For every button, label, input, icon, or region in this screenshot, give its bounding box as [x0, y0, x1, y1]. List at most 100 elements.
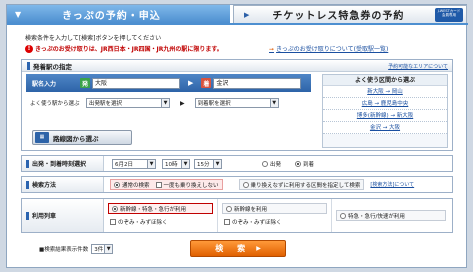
arrival-station-select[interactable]: 到着駅を選択 ▼: [194, 98, 279, 108]
heading-bar-icon: [27, 61, 30, 70]
date-select[interactable]: 6月2日 ▼: [112, 158, 156, 169]
shinkansen-option[interactable]: 新幹線を利用: [222, 203, 327, 214]
station-section: 発着駅の指定 予約可能なエリアについて 駅名入力 発 大阪 ▶ 着 金沢 よく使…: [21, 59, 453, 151]
search-method-options: 通常の検索 一度も乗り換えしない 乗り換えなずに利用する区間を指定して検索 [検…: [104, 179, 414, 190]
datetime-label-text: 出発・到着時刻選択: [32, 161, 87, 168]
depart-radio-option[interactable]: 出発: [262, 160, 281, 168]
shinkansen-label: 新幹線を利用: [234, 206, 268, 213]
instruction-text: 検索条件を入力して[検索]ボタンを押してください: [25, 35, 162, 42]
normal-search-label: 通常の検索: [122, 182, 150, 189]
search-method-section: 検索方法 通常の検索 一度も乗り換えしない 乗り換えなずに利用する区間を指定して…: [21, 176, 453, 193]
minute-select-value: 15分: [197, 161, 210, 168]
departure-station-select[interactable]: 出発駅を選択 ▼: [86, 98, 170, 108]
area-help-link[interactable]: 予約可能なエリアについて: [388, 63, 448, 70]
arrive-radio-option[interactable]: 到着: [295, 160, 314, 168]
results-count-value: 3件: [94, 247, 104, 253]
chevron-down-icon: ▼: [161, 99, 169, 107]
datetime-label: 出発・到着時刻選択: [22, 156, 104, 171]
express-rapid-option[interactable]: 特急・急行/快速が利用: [336, 210, 446, 221]
departure-badge: 発: [80, 78, 90, 88]
search-button-label: 検 索: [215, 244, 249, 253]
arrive-radio[interactable]: [295, 161, 302, 167]
transfer-search-label: 乗り換えなずに利用する区間を指定して検索: [250, 182, 361, 189]
express-rapid-label: 特急・急行/快速が利用: [348, 213, 405, 220]
tab-divider: [7, 23, 468, 25]
results-count-select[interactable]: 3件 ▼: [91, 244, 114, 254]
station-input-row: 駅名入力 発 大阪 ▶ 着 金沢: [26, 74, 311, 92]
search-method-label-text: 検索方法: [32, 182, 57, 189]
search-method-label: 検索方法: [22, 177, 104, 192]
tab-label: チケットレス特急券の予約: [272, 11, 405, 22]
exclude-nozomi-option-1[interactable]: のぞみ・みずほ除く: [110, 218, 213, 226]
tab-ticket-reservation[interactable]: ▼ きっぷの予約・申込: [7, 5, 231, 23]
train-type-label: 利用列車: [22, 199, 104, 232]
tab-arrow-icon: ▼: [15, 9, 23, 19]
tab-label: きっぷの予約・申込: [62, 10, 161, 22]
exclude-nozomi-checkbox[interactable]: [224, 219, 230, 225]
no-transfer-label: 一度も乗り換えしない: [163, 182, 219, 189]
pickup-info-link-text: きっぷのお受け取りについて(受取駅一覧): [276, 46, 389, 53]
frequent-route-item[interactable]: 新大阪 → 岡山: [323, 86, 447, 98]
exclude-nozomi-label: のぞみ・みずほ除く: [232, 220, 282, 226]
warning-notice: ! きっぷのお受け取りは、JR西日本・JR四国・JR九州の駅に限ります。: [25, 44, 223, 53]
train-type-section: 利用列車 新幹線・特急・急行が利用 のぞみ・みずほ除く 新幹線を利用 のぞみ・み…: [21, 198, 453, 233]
pickup-info-link[interactable]: ➞ きっぷのお受け取りについて(受取駅一覧): [269, 44, 388, 53]
exclude-nozomi-label: のぞみ・みずほ除く: [118, 220, 168, 226]
heading-bar-icon: [26, 211, 29, 220]
shinkansen-express-radio[interactable]: [112, 205, 118, 212]
datetime-controls: 6月2日 ▼ 10時 ▼ 15分 ▼ 出発 到着: [104, 158, 314, 169]
results-count-label: ■検索結果表示件数: [39, 247, 89, 253]
train-option-group-3: 特急・急行/快速が利用: [332, 199, 450, 232]
depart-radio[interactable]: [262, 161, 268, 167]
chevron-down-icon: ▼: [213, 159, 221, 168]
shinkansen-radio[interactable]: [226, 205, 232, 212]
frequent-route-item[interactable]: 博多(新幹線) → 新大阪: [323, 110, 447, 122]
train-option-group-2: 新幹線を利用 のぞみ・みずほ除く: [218, 199, 332, 232]
train-type-label-text: 利用列車: [32, 213, 57, 220]
heading-bar-icon: [26, 159, 29, 168]
arrival-select-value: 到着駅を選択: [197, 101, 231, 107]
normal-search-option[interactable]: 通常の検索 一度も乗り換えしない: [110, 179, 223, 190]
transfer-search-option[interactable]: 乗り換えなずに利用する区間を指定して検索: [238, 179, 365, 190]
results-count-row: ■検索結果表示件数 3件 ▼: [39, 244, 114, 254]
station-heading: 発着駅の指定 予約可能なエリアについて: [22, 60, 452, 72]
chevron-down-icon: ▼: [147, 159, 155, 168]
jwest-member-badge: J-WESTカード 会員専用: [435, 8, 463, 22]
frequent-route-item[interactable]: 金沢 → 大阪: [323, 122, 447, 134]
no-transfer-checkbox[interactable]: [155, 181, 162, 188]
search-button[interactable]: 検 索 ▶: [190, 240, 286, 257]
chevron-down-icon: ▼: [269, 99, 278, 107]
warning-text: きっぷのお受け取りは、JR西日本・JR四国・JR九州の駅に限ります。: [35, 46, 223, 53]
departure-station-input[interactable]: 大阪: [92, 77, 180, 89]
shinkansen-express-option[interactable]: 新幹線・特急・急行が利用: [108, 203, 213, 214]
station-inputs: 駅名入力 発 大阪 ▶ 着 金沢 よく使う駅から選ぶ 出発駅を選択 ▼ ▶ 到着…: [26, 74, 311, 148]
departure-select-value: 出発駅を選択: [89, 101, 123, 107]
minute-select[interactable]: 15分 ▼: [194, 158, 222, 169]
hour-select[interactable]: 10時 ▼: [162, 158, 190, 169]
route-map-button[interactable]: ▦ 路線図から選ぶ: [32, 130, 132, 145]
datetime-section: 出発・到着時刻選択 6月2日 ▼ 10時 ▼ 15分 ▼ 出発 到着: [21, 155, 453, 172]
express-rapid-radio[interactable]: [340, 212, 346, 219]
depart-radio-label: 出発: [270, 161, 282, 168]
transfer-search-radio[interactable]: [242, 181, 249, 188]
arrow-right-icon: ▶: [180, 99, 185, 107]
search-method-help-link[interactable]: [検索方法]について: [370, 181, 414, 188]
arrival-station-input[interactable]: 金沢: [213, 77, 302, 89]
normal-search-radio[interactable]: [114, 181, 120, 188]
arrival-badge: 着: [201, 78, 212, 88]
station-input-label: 駅名入力: [32, 80, 57, 88]
tab-arrow-icon: ▶: [244, 10, 251, 19]
frequent-station-label: よく使う駅から選ぶ: [30, 101, 80, 107]
arrive-radio-label: 到着: [303, 161, 315, 168]
tab-ticketless-express[interactable]: ▶ チケットレス特急券の予約 J-WESTカード 会員専用: [233, 5, 467, 23]
badge-line: 会員専用: [442, 13, 456, 18]
exclude-nozomi-checkbox[interactable]: [110, 219, 116, 225]
arrow-right-icon: ▶: [256, 245, 261, 252]
route-map-button-label: 路線図から選ぶ: [53, 134, 99, 143]
station-heading-text: 発着駅の指定: [33, 62, 72, 71]
route-map-icon: ▦: [35, 132, 49, 143]
frequent-route-item[interactable]: 広島 → 鹿児島中央: [323, 98, 447, 110]
exclude-nozomi-option-2[interactable]: のぞみ・みずほ除く: [224, 218, 327, 226]
warning-icon: !: [25, 44, 33, 53]
arrow-right-icon: ▶: [188, 79, 194, 87]
